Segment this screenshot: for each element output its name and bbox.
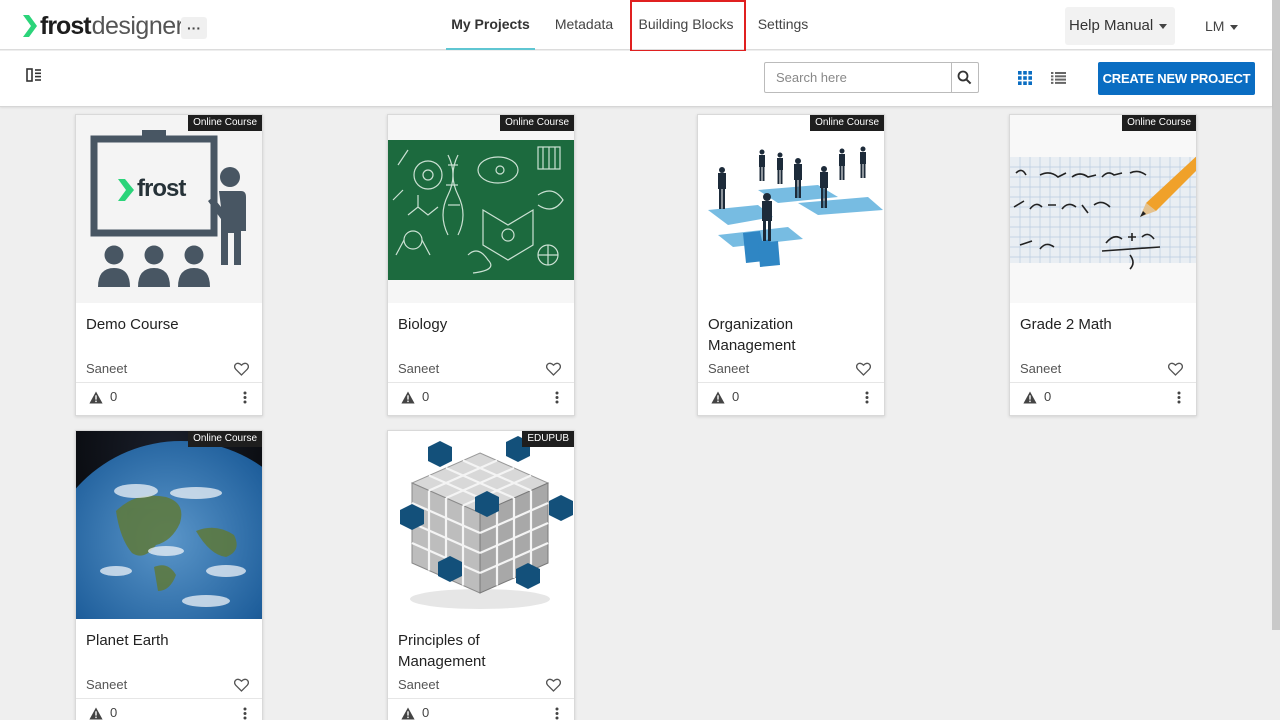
card-title[interactable]: Demo Course bbox=[86, 314, 252, 335]
card-divider bbox=[1010, 382, 1196, 383]
warning-icon bbox=[401, 707, 415, 720]
search-input[interactable] bbox=[765, 63, 951, 92]
project-card-organization-management[interactable]: Online Course Organization Management Sa… bbox=[697, 114, 885, 416]
puzzle-people-image: Online Course bbox=[698, 115, 884, 303]
chevron-down-icon bbox=[1159, 23, 1168, 29]
course-type-badge: EDUPUB bbox=[522, 431, 574, 447]
heart-icon[interactable] bbox=[234, 678, 249, 692]
search-box bbox=[764, 62, 979, 93]
heart-icon[interactable] bbox=[234, 362, 249, 376]
course-type-badge: Online Course bbox=[500, 115, 574, 131]
kebab-menu-icon[interactable] bbox=[243, 391, 247, 404]
kebab-menu-icon[interactable] bbox=[1177, 391, 1181, 404]
user-initials: LM bbox=[1205, 18, 1225, 34]
user-menu-dropdown[interactable]: LM bbox=[1205, 7, 1239, 45]
chevron-down-icon bbox=[1230, 24, 1239, 30]
project-card-planet-earth[interactable]: Online Course Planet Earth Saneet 0 bbox=[75, 430, 263, 720]
tab-my-projects[interactable]: My Projects bbox=[446, 0, 535, 50]
card-author: Saneet bbox=[86, 677, 128, 692]
card-title[interactable]: Organization Management bbox=[708, 314, 874, 356]
logo-chevron-icon bbox=[23, 15, 37, 37]
search-separator bbox=[951, 63, 952, 92]
project-card-biology[interactable]: Online Course Biology Saneet 0 bbox=[387, 114, 575, 416]
demo-logo-text: frost bbox=[137, 175, 186, 202]
project-card-principles-of-management[interactable]: EDUPUB Principles of Management Saneet 0 bbox=[387, 430, 575, 720]
warning-icon bbox=[711, 391, 725, 404]
heart-icon[interactable] bbox=[856, 362, 871, 376]
warning-icon bbox=[89, 391, 103, 404]
math-paper-pencil-image: Online Course bbox=[1010, 115, 1196, 303]
course-type-badge: Online Course bbox=[188, 431, 262, 447]
more-options-button[interactable]: ··· bbox=[181, 17, 207, 39]
course-type-badge: Online Course bbox=[1122, 115, 1196, 131]
create-new-project-button[interactable]: CREATE NEW PROJECT bbox=[1098, 62, 1255, 95]
card-author: Saneet bbox=[708, 361, 750, 376]
help-manual-dropdown[interactable]: Help Manual bbox=[1065, 7, 1175, 45]
frost-designer-logo[interactable]: frost designer bbox=[22, 11, 184, 40]
warning-count: 0 bbox=[110, 389, 118, 404]
sidebar-toggle-icon[interactable] bbox=[26, 68, 42, 82]
logo-designer-text: designer bbox=[91, 11, 184, 40]
page-scrollbar[interactable] bbox=[1272, 0, 1280, 630]
earth-image: Online Course bbox=[76, 431, 262, 619]
card-author: Saneet bbox=[398, 677, 440, 692]
chalkboard-science-image: Online Course bbox=[388, 115, 574, 303]
card-title[interactable]: Principles of Management bbox=[398, 630, 564, 672]
list-view-icon[interactable] bbox=[1051, 72, 1066, 84]
help-manual-label: Help Manual bbox=[1069, 17, 1154, 34]
kebab-menu-icon[interactable] bbox=[243, 707, 247, 720]
card-divider bbox=[698, 382, 884, 383]
warning-count: 0 bbox=[422, 389, 430, 404]
warning-count: 0 bbox=[1044, 389, 1052, 404]
card-divider bbox=[76, 698, 262, 699]
grid-view-icon[interactable] bbox=[1018, 71, 1032, 85]
project-card-demo-course[interactable]: frost Online Course Demo Course Saneet 0 bbox=[75, 114, 263, 416]
card-divider bbox=[76, 382, 262, 383]
kebab-menu-icon[interactable] bbox=[555, 391, 559, 404]
course-type-badge: Online Course bbox=[188, 115, 262, 131]
highlight-annotation-box bbox=[630, 0, 746, 52]
kebab-menu-icon[interactable] bbox=[865, 391, 869, 404]
tab-settings[interactable]: Settings bbox=[752, 0, 814, 50]
card-divider bbox=[388, 698, 574, 699]
heart-icon[interactable] bbox=[546, 678, 561, 692]
heart-icon[interactable] bbox=[1168, 362, 1183, 376]
warning-icon bbox=[401, 391, 415, 404]
project-card-grade-2-math[interactable]: Online Course Grade 2 Math Saneet 0 bbox=[1009, 114, 1197, 416]
warning-count: 0 bbox=[422, 705, 430, 720]
heart-icon[interactable] bbox=[546, 362, 561, 376]
logo-frost-text: frost bbox=[40, 11, 92, 40]
warning-icon bbox=[1023, 391, 1037, 404]
search-icon[interactable] bbox=[957, 70, 972, 85]
card-title[interactable]: Planet Earth bbox=[86, 630, 252, 651]
kebab-menu-icon[interactable] bbox=[555, 707, 559, 720]
projects-toolbar: CREATE NEW PROJECT bbox=[0, 51, 1272, 107]
card-author: Saneet bbox=[86, 361, 128, 376]
card-divider bbox=[388, 382, 574, 383]
card-author: Saneet bbox=[1020, 361, 1062, 376]
tab-metadata[interactable]: Metadata bbox=[548, 0, 620, 50]
card-author: Saneet bbox=[398, 361, 440, 376]
course-type-badge: Online Course bbox=[810, 115, 884, 131]
warning-icon bbox=[89, 707, 103, 720]
presentation-icon: frost Online Course bbox=[76, 115, 262, 303]
warning-count: 0 bbox=[110, 705, 118, 720]
card-title[interactable]: Biology bbox=[398, 314, 564, 335]
card-title[interactable]: Grade 2 Math bbox=[1020, 314, 1186, 335]
cube-blocks-image: EDUPUB bbox=[388, 431, 574, 619]
warning-count: 0 bbox=[732, 389, 740, 404]
